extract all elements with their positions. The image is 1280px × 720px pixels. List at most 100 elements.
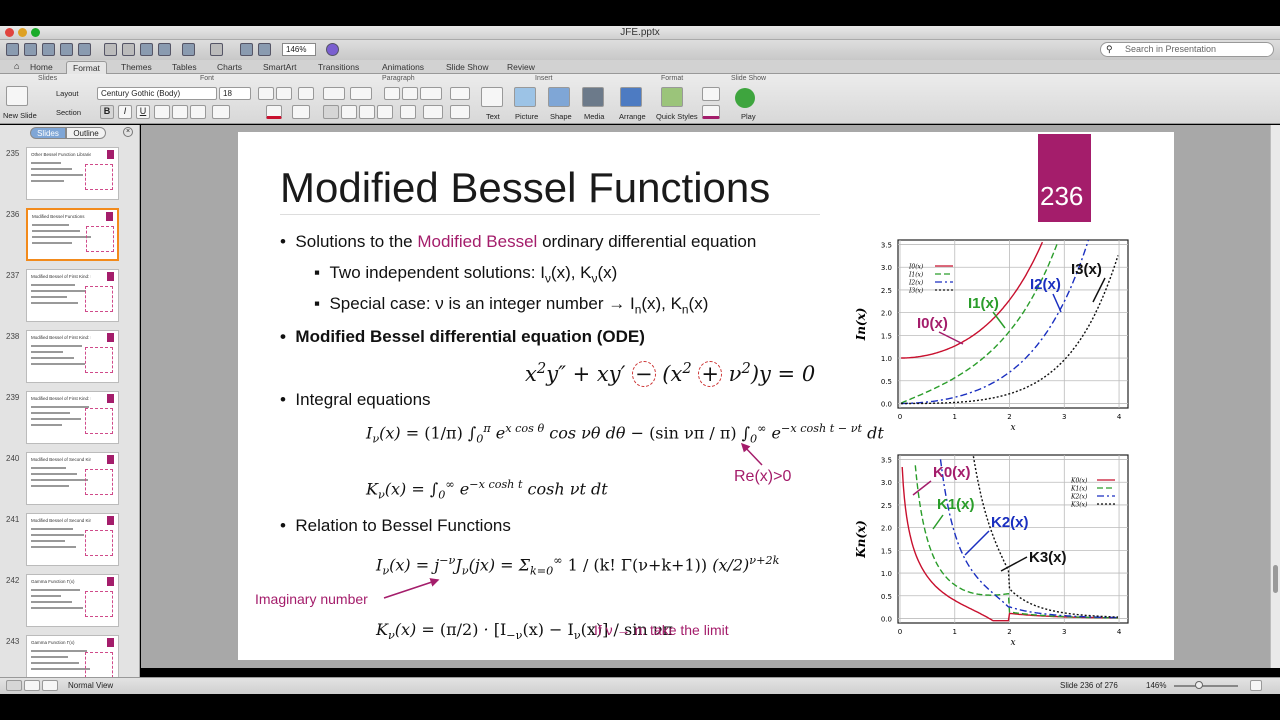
scrollbar-thumb[interactable] xyxy=(1273,565,1278,593)
slide-thumbnail[interactable]: Modified Bessel of First Kind: I_n(x) xyxy=(26,330,119,383)
quick-styles-button[interactable]: Quick Styles xyxy=(656,112,698,121)
slide-thumbnail[interactable]: Modified Bessel of First Kind: I_n(x) xyxy=(26,269,119,322)
text-direction-icon[interactable] xyxy=(423,105,443,119)
tab-smartart[interactable]: SmartArt xyxy=(257,61,303,74)
tab-tables[interactable]: Tables xyxy=(166,61,203,74)
slide-thumbnail[interactable]: Gamma Function Γ(x) xyxy=(26,574,119,627)
search-input[interactable]: Search in Presentation xyxy=(1100,42,1274,57)
slide-thumbnail[interactable]: Modified Bessel of Second Kind xyxy=(26,452,119,505)
help-icon[interactable] xyxy=(326,43,339,56)
bullets-icon[interactable] xyxy=(323,87,345,100)
strikethrough-icon[interactable] xyxy=(154,105,170,119)
thumb-number: 241 xyxy=(6,515,20,524)
zoom-slider[interactable] xyxy=(1174,685,1238,687)
series-label: K1(x) xyxy=(937,496,975,513)
thumb-title: Modified Bessel of First Kind: I_n(x) xyxy=(31,396,91,401)
superscript-icon[interactable] xyxy=(172,105,188,119)
slide-thumbnail[interactable]: Modified Bessel of First Kind: I_n(x) xyxy=(26,391,119,444)
save-icon[interactable] xyxy=(60,43,73,56)
arrange-icon[interactable] xyxy=(620,87,642,107)
shape-line-icon[interactable] xyxy=(702,105,720,119)
picture-icon[interactable] xyxy=(514,87,536,107)
zoom-slider-thumb[interactable] xyxy=(1195,681,1203,689)
redo-icon[interactable] xyxy=(210,43,223,56)
decrease-indent-icon[interactable] xyxy=(384,87,400,100)
media-icon[interactable] xyxy=(582,87,604,107)
paste-icon[interactable] xyxy=(140,43,153,56)
slide[interactable]: Modified Bessel Functions 236 • Solution… xyxy=(238,132,1174,660)
slide-sorter-view-icon[interactable] xyxy=(24,680,40,691)
tab-animations[interactable]: Animations xyxy=(376,61,430,74)
slide-thumbnail[interactable]: Other Bessel Function Libraries xyxy=(26,147,119,200)
font-name-select[interactable]: Century Gothic (Body) xyxy=(97,87,217,100)
vertical-scrollbar[interactable] xyxy=(1270,125,1280,668)
grow-font-icon[interactable] xyxy=(258,87,274,100)
undo-icon[interactable] xyxy=(182,43,195,56)
tab-slide-show[interactable]: Slide Show xyxy=(440,61,495,74)
tab-review[interactable]: Review xyxy=(501,61,541,74)
font-color-icon[interactable] xyxy=(266,105,282,119)
close-pane-icon[interactable]: × xyxy=(123,127,133,137)
tab-transitions[interactable]: Transitions xyxy=(312,61,365,74)
columns-icon[interactable] xyxy=(450,87,470,100)
thumb-figure xyxy=(85,408,113,434)
arrange-button[interactable]: Arrange xyxy=(619,112,646,121)
insert-shape-button[interactable]: Shape xyxy=(550,112,572,121)
justify-icon[interactable] xyxy=(377,105,393,119)
tab-home[interactable]: Home xyxy=(24,61,59,74)
change-case-icon[interactable] xyxy=(212,105,230,119)
subscript-icon[interactable] xyxy=(190,105,206,119)
tab-format[interactable]: Format xyxy=(66,61,107,74)
increase-indent-icon[interactable] xyxy=(402,87,418,100)
insert-picture-button[interactable]: Picture xyxy=(515,112,538,121)
shrink-font-icon[interactable] xyxy=(276,87,292,100)
home-icon[interactable]: ⌂ xyxy=(14,61,19,71)
shape-fill-icon[interactable] xyxy=(702,87,720,101)
italic-button[interactable]: I xyxy=(118,105,132,119)
slide-show-icon[interactable] xyxy=(258,43,271,56)
text-box-icon[interactable] xyxy=(481,87,503,107)
tab-slides[interactable]: Slides xyxy=(30,127,66,139)
distribute-icon[interactable] xyxy=(400,105,416,119)
open-icon[interactable] xyxy=(42,43,55,56)
window-titlebar: JFE.pptx xyxy=(0,26,1280,40)
underline-button[interactable]: U xyxy=(136,105,150,119)
presenter-view-icon[interactable] xyxy=(42,680,58,691)
thumb-text-line xyxy=(31,589,80,591)
zoom-select[interactable]: 146% xyxy=(282,43,316,56)
new-presentation-icon[interactable] xyxy=(6,43,19,56)
new-slide-button[interactable]: New Slide xyxy=(3,111,37,120)
insert-text-button[interactable]: Text xyxy=(486,112,500,121)
templates-icon[interactable] xyxy=(24,43,37,56)
shape-icon[interactable] xyxy=(548,87,570,107)
text-effects-icon[interactable] xyxy=(292,105,310,119)
cut-icon[interactable] xyxy=(104,43,117,56)
fit-window-icon[interactable] xyxy=(1250,680,1262,691)
align-left-icon[interactable] xyxy=(323,105,339,119)
copy-icon[interactable] xyxy=(122,43,135,56)
tab-outline[interactable]: Outline xyxy=(66,127,106,139)
tab-charts[interactable]: Charts xyxy=(211,61,248,74)
slide-thumbnail[interactable]: Modified Bessel Functions xyxy=(26,208,119,261)
insert-media-button[interactable]: Media xyxy=(584,112,604,121)
numbering-icon[interactable] xyxy=(350,87,372,100)
line-spacing-icon[interactable] xyxy=(420,87,442,100)
section-button[interactable]: Section xyxy=(56,108,81,117)
tab-themes[interactable]: Themes xyxy=(115,61,158,74)
align-center-icon[interactable] xyxy=(341,105,357,119)
slide-sorter-icon[interactable] xyxy=(240,43,253,56)
print-icon[interactable] xyxy=(78,43,91,56)
font-size-select[interactable]: 18 xyxy=(219,87,251,100)
slide-thumbnail[interactable]: Modified Bessel of Second Kind xyxy=(26,513,119,566)
normal-view-icon[interactable] xyxy=(6,680,22,691)
layout-button[interactable]: Layout xyxy=(56,89,79,98)
clear-formatting-icon[interactable] xyxy=(298,87,314,100)
play-icon[interactable] xyxy=(735,88,755,108)
new-slide-icon[interactable] xyxy=(6,86,28,106)
format-painter-icon[interactable] xyxy=(158,43,171,56)
quick-styles-icon[interactable] xyxy=(661,87,683,107)
align-right-icon[interactable] xyxy=(359,105,375,119)
bold-button[interactable]: B xyxy=(100,105,114,119)
play-button[interactable]: Play xyxy=(741,112,756,121)
align-text-icon[interactable] xyxy=(450,105,470,119)
